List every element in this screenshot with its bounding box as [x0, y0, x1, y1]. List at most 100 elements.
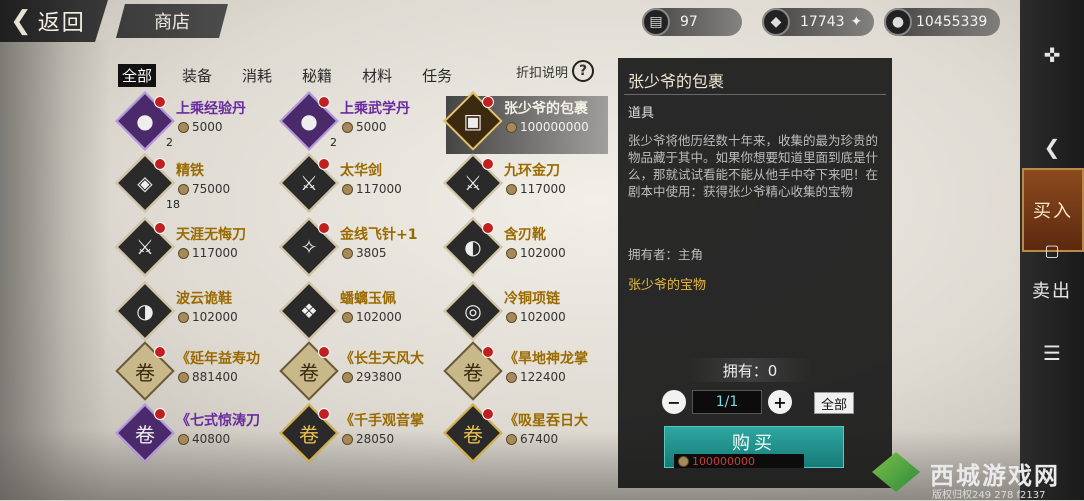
new-dot	[154, 96, 166, 108]
collapse-chevron-icon[interactable]: ❮	[1020, 132, 1084, 162]
rail-sell-button[interactable]: 卖出	[1020, 270, 1084, 310]
shop-item[interactable]: ⚔ 天涯无悔刀 117000	[115, 217, 280, 280]
add-silver-icon[interactable]: ✦	[851, 14, 863, 30]
shop-item[interactable]: 卷 《吸星吞日大 67400	[443, 403, 608, 466]
item-price: 28050	[342, 432, 394, 446]
item-price-value: 102000	[520, 310, 566, 324]
shop-item[interactable]: ◎ 冷铜项链 102000	[443, 281, 608, 344]
tab-consumables[interactable]: 消耗	[238, 64, 276, 87]
item-price: 102000	[342, 310, 402, 324]
item-name: 太华剑	[340, 163, 382, 179]
purchase-price: 100000000	[674, 454, 804, 468]
item-name: 《吸星吞日大	[504, 413, 588, 429]
shop-item[interactable]: ❖ 蟠螭玉佩 102000	[279, 281, 444, 344]
shop-item[interactable]: ⚔ 九环金刀 117000	[443, 153, 608, 216]
item-price-value: 102000	[520, 246, 566, 260]
scroll-icon: 卷	[463, 422, 483, 447]
decrease-button[interactable]: −	[662, 390, 686, 414]
shop-item[interactable]: ⚔ 太华剑 117000	[279, 153, 444, 216]
coin-icon	[342, 433, 353, 445]
new-dot	[482, 96, 494, 108]
item-name: 上乘经验丹	[176, 101, 246, 117]
purchase-price-value: 100000000	[692, 454, 755, 468]
shop-item[interactable]: 卷 《七式惊涛刀 40800	[115, 403, 280, 466]
new-dot	[154, 346, 166, 358]
item-price-value: 117000	[520, 182, 566, 196]
menu-icon[interactable]: ☰	[1020, 338, 1084, 368]
increase-button[interactable]: +	[768, 390, 792, 414]
coin-icon	[506, 247, 517, 259]
resource-ticket-value: 97	[680, 14, 698, 30]
shop-item[interactable]: ● 2 上乘武学丹 5000	[279, 91, 444, 154]
shop-title: 商店	[116, 4, 228, 38]
item-price: 102000	[506, 246, 566, 260]
shop-item-selected[interactable]: ▣ 张少爷的包裹 100000000	[443, 91, 608, 154]
discount-info[interactable]: 折扣说明 ?	[516, 60, 595, 82]
coin-icon	[178, 311, 189, 323]
item-name: 《长生天风大	[340, 351, 424, 367]
coin-icon	[678, 455, 689, 467]
shop-item[interactable]: ◐ 含刃靴 102000	[443, 217, 608, 280]
max-quantity-button[interactable]: 全部	[814, 392, 854, 414]
item-detail-panel: 张少爷的包裹 道具 张少爷将他历经数十年来，收集的最为珍贵的物品藏于其中。如果你…	[618, 58, 892, 488]
shop-item[interactable]: ● 2 上乘经验丹 5000	[115, 91, 280, 154]
item-qty: 2	[330, 136, 337, 149]
coin-icon	[178, 183, 189, 195]
resource-coin: ● 10455339	[884, 8, 1000, 36]
watermark-sub: 版权归权249 278 f2137	[932, 490, 1046, 501]
tab-manuals[interactable]: 秘籍	[298, 64, 336, 87]
right-rail: ✜ ❮ 买入 ▢ 卖出 ☰	[1020, 0, 1084, 500]
quantity-value[interactable]: 1/1	[692, 390, 762, 414]
scroll-icon: 卷	[299, 360, 319, 385]
help-icon: ?	[572, 60, 595, 82]
blade-icon: ⚔	[464, 171, 482, 195]
tab-quest[interactable]: 任务	[418, 64, 456, 87]
back-label: 返回	[37, 11, 86, 36]
item-price-value: 67400	[520, 432, 559, 446]
square-icon: ▢	[1044, 240, 1060, 260]
resource-coin-value: 10455339	[916, 14, 988, 30]
coin-icon	[342, 121, 353, 133]
item-name: 《七式惊涛刀	[176, 413, 260, 429]
shop-item[interactable]: ✧ 金线飞针+1 3805	[279, 217, 444, 280]
shop-item[interactable]: 卷 《长生天风大 293800	[279, 341, 444, 404]
item-price-value: 5000	[192, 120, 223, 134]
watermark-logo-icon	[872, 452, 920, 492]
back-button[interactable]: ❮ 返回	[0, 0, 108, 42]
purchase-label: 购买	[732, 433, 776, 454]
item-price-value: 102000	[192, 310, 238, 324]
boot-icon: ◐	[464, 235, 482, 259]
tab-materials[interactable]: 材料	[358, 64, 396, 87]
shop-item[interactable]: ◑ 波云诡鞋 102000	[115, 281, 280, 344]
item-price-value: 117000	[356, 182, 402, 196]
item-name: 含刃靴	[504, 227, 546, 243]
item-name: 冷铜项链	[504, 291, 560, 307]
boot-icon: ◑	[136, 299, 154, 323]
discount-label: 折扣说明	[516, 65, 569, 81]
tab-all[interactable]: 全部	[118, 63, 157, 87]
item-name: 张少爷的包裹	[504, 101, 588, 117]
tab-equipment[interactable]: 装备	[178, 64, 216, 87]
item-name: 九环金刀	[504, 163, 560, 179]
coin-icon	[178, 371, 189, 383]
item-price-value: 3805	[356, 246, 387, 260]
item-name: 《旱地神龙掌	[504, 351, 588, 367]
category-tabs: 全部 装备 消耗 秘籍 材料 任务	[118, 63, 478, 87]
coin-icon	[506, 121, 517, 133]
scroll-icon: 卷	[463, 360, 483, 385]
item-price: 5000	[342, 120, 387, 134]
new-dot	[154, 158, 166, 170]
shop-item[interactable]: ◈ 18 精铁 75000	[115, 153, 280, 216]
new-dot	[318, 96, 330, 108]
item-price: 117000	[506, 182, 566, 196]
new-dot	[318, 408, 330, 420]
shop-item[interactable]: 卷 《旱地神龙掌 122400	[443, 341, 608, 404]
shop-item[interactable]: 卷 《千手观音掌 28050	[279, 403, 444, 466]
new-dot	[318, 346, 330, 358]
person-icon[interactable]: ✜	[1020, 40, 1084, 70]
coin-icon	[342, 247, 353, 259]
item-price: 5000	[178, 120, 223, 134]
shop-item[interactable]: 卷 《延年益寿功 881400	[115, 341, 280, 404]
detail-type: 道具	[628, 106, 655, 121]
detail-owner: 拥有者：主角	[628, 247, 704, 262]
